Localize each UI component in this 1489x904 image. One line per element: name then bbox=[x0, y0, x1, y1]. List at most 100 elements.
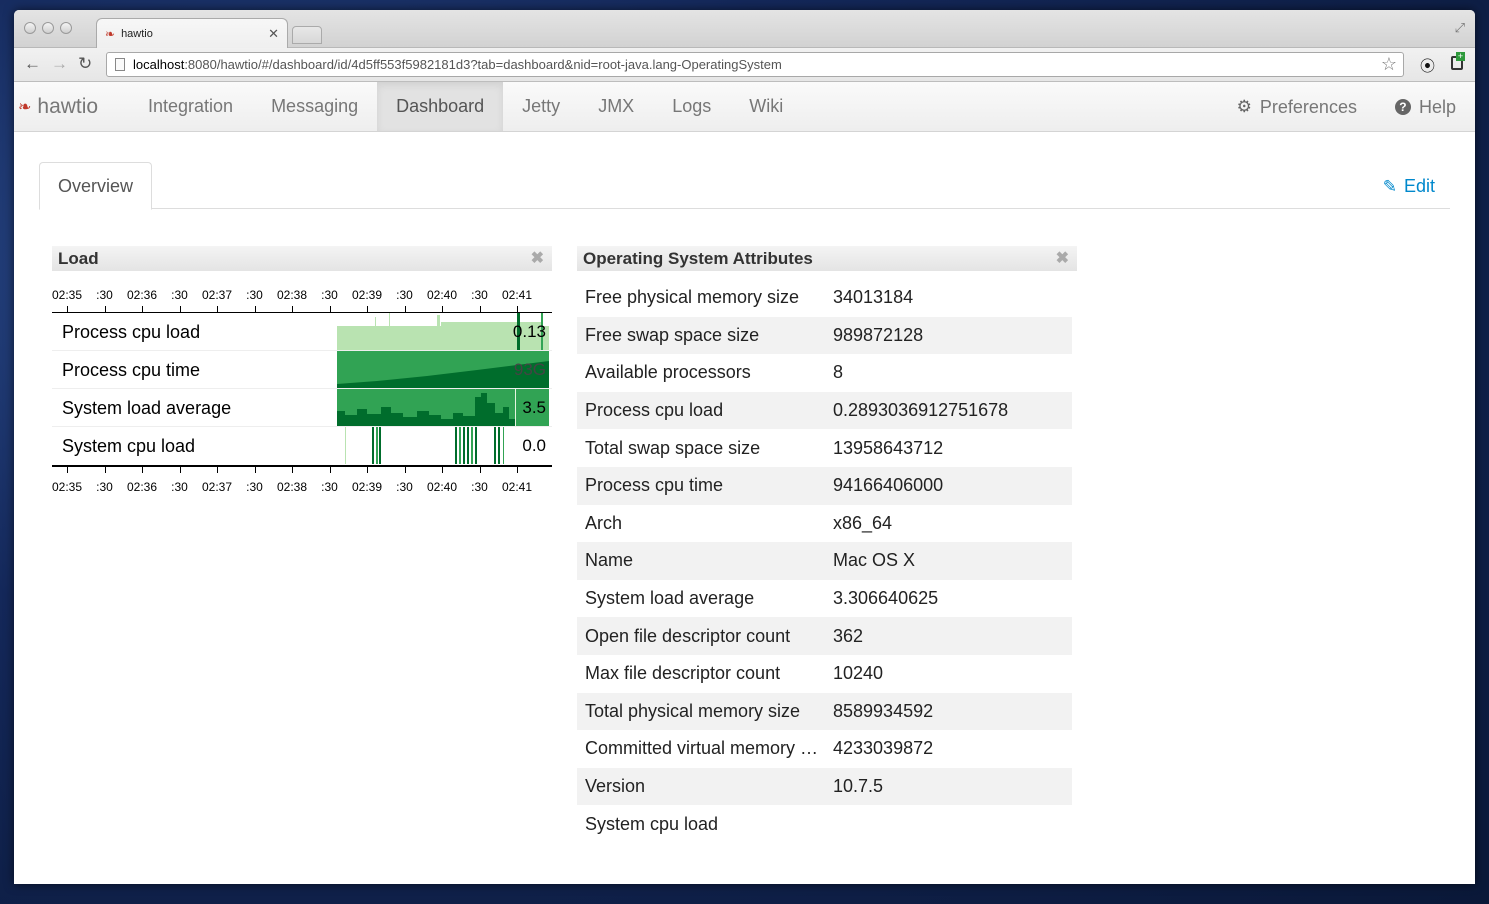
tick-label: 02:35 bbox=[51, 480, 83, 494]
hawtio-logo-icon: ❧ bbox=[18, 98, 32, 116]
address-bar[interactable]: localhost:8080/hawtio/#/dashboard/id/4d5… bbox=[106, 52, 1404, 77]
tick-label: :30 bbox=[96, 480, 113, 494]
horizon-chart-system-load-average bbox=[337, 389, 549, 426]
tick-mark bbox=[104, 467, 106, 473]
horizon-row-process-cpu-load: Process cpu load 0.13 bbox=[52, 313, 552, 351]
tick-label: 02:35 bbox=[51, 288, 83, 302]
tick-mark bbox=[254, 467, 256, 473]
horizon-title: System cpu load bbox=[62, 436, 196, 456]
attribute-key: System load average bbox=[585, 588, 755, 609]
tick-label: :30 bbox=[171, 288, 188, 302]
close-icon[interactable]: ✖ bbox=[1056, 246, 1069, 271]
tick-mark bbox=[142, 467, 143, 473]
tab-overview[interactable]: Overview bbox=[39, 162, 152, 210]
attribute-key: Version bbox=[577, 767, 825, 806]
hawtio-favicon-icon: ❧ bbox=[105, 27, 116, 41]
attribute-key: Total swap space size bbox=[585, 437, 761, 458]
horizon-value: 93G bbox=[513, 360, 546, 379]
tick-label: 02:38 bbox=[276, 288, 308, 302]
attribute-value: 10.7.5 bbox=[825, 767, 1072, 806]
nav-jmx[interactable]: JMX bbox=[579, 82, 653, 131]
edit-label: Edit bbox=[1403, 176, 1435, 196]
tick-label: 02:40 bbox=[426, 480, 458, 494]
tick-mark bbox=[179, 467, 181, 473]
nav-dashboard[interactable]: Dashboard bbox=[377, 82, 504, 131]
nav-integration[interactable]: Integration bbox=[129, 82, 252, 131]
table-row: System load average 3.306640625 bbox=[577, 580, 1072, 618]
table-row: Total physical memory size 8589934592 bbox=[577, 692, 1072, 731]
nav-preferences[interactable]: ⚙ Preferences bbox=[1218, 82, 1376, 132]
tick-label: :30 bbox=[396, 288, 413, 302]
url-host: localhost bbox=[133, 57, 185, 72]
gear-icon: ⚙ bbox=[1236, 97, 1252, 116]
nav-wiki[interactable]: Wiki bbox=[730, 82, 802, 131]
fullscreen-icon[interactable]: ⤢ bbox=[1455, 20, 1465, 36]
edit-button[interactable]: ✎ Edit bbox=[1383, 176, 1435, 197]
tick-mark bbox=[142, 306, 143, 312]
nav-messaging[interactable]: Messaging bbox=[252, 82, 377, 131]
browser-toolbar: ← → ↻ localhost:8080/hawtio/#/dashboard/… bbox=[14, 48, 1475, 82]
attribute-key: Process cpu time bbox=[577, 466, 825, 505]
attribute-key: Arch bbox=[585, 512, 623, 533]
tick-mark bbox=[329, 467, 331, 473]
nav-jetty[interactable]: Jetty bbox=[503, 82, 579, 131]
help-label: Help bbox=[1418, 96, 1456, 117]
horizon-row-system-cpu-load: System cpu load 0.0 bbox=[52, 427, 552, 465]
attribute-value: x86_64 bbox=[833, 512, 893, 533]
tick-mark bbox=[367, 467, 368, 473]
brand[interactable]: ❧ hawtio bbox=[14, 82, 129, 131]
tick-mark bbox=[517, 467, 518, 473]
tick-mark bbox=[479, 467, 481, 473]
browser-tab-title: hawtio bbox=[121, 28, 153, 40]
nav-logs[interactable]: Logs bbox=[653, 82, 730, 131]
tick-mark bbox=[292, 467, 293, 473]
reload-icon[interactable]: ↻ bbox=[78, 54, 92, 74]
attribute-value: 13958643712 bbox=[833, 437, 944, 458]
attribute-key: Process cpu load bbox=[577, 391, 825, 430]
tick-mark bbox=[404, 306, 406, 312]
table-row: Process cpu time 94166406000 bbox=[577, 466, 1072, 505]
zoom-window-button[interactable] bbox=[60, 22, 72, 34]
browser-tab-bar: ❧ hawtio ✕ ⤢ bbox=[14, 10, 1475, 49]
time-axis-top: 02:35:30 02:36:30 02:37:30 02:38:30 02:39:30… bbox=[52, 285, 552, 313]
tick-mark bbox=[517, 306, 518, 312]
table-row: Available processors 8 bbox=[577, 354, 1072, 392]
window-controls bbox=[24, 22, 72, 34]
horizon-value: 3.5 bbox=[522, 398, 546, 417]
tick-mark bbox=[292, 306, 293, 312]
horizon-value: 0.13 bbox=[512, 322, 546, 341]
attribute-value: 10240 bbox=[833, 663, 884, 684]
extension-icon[interactable]: ⦿ bbox=[1420, 55, 1435, 76]
close-tab-icon[interactable]: ✕ bbox=[268, 26, 279, 42]
minimize-window-button[interactable] bbox=[42, 22, 54, 34]
nav-help[interactable]: ? Help bbox=[1376, 82, 1475, 132]
help-icon: ? bbox=[1394, 99, 1411, 115]
close-window-button[interactable] bbox=[24, 22, 36, 34]
browser-tab[interactable]: ❧ hawtio ✕ bbox=[96, 18, 288, 49]
bookmark-star-icon[interactable]: ☆ bbox=[1381, 54, 1397, 75]
tick-mark bbox=[442, 467, 443, 473]
attribute-value: 3.306640625 bbox=[833, 588, 939, 609]
attribute-value: 8589934592 bbox=[825, 692, 1072, 731]
close-icon[interactable]: ✖ bbox=[531, 246, 544, 271]
back-arrow-icon[interactable]: ← bbox=[24, 54, 41, 74]
preferences-label: Preferences bbox=[1259, 96, 1357, 117]
table-row: Open file descriptor count 362 bbox=[577, 617, 1072, 655]
extension-plus-icon[interactable]: + bbox=[1449, 52, 1465, 72]
tick-label: 02:38 bbox=[276, 480, 308, 494]
load-widget-header: Load ✖ bbox=[52, 246, 552, 271]
tick-mark bbox=[479, 306, 481, 312]
tick-label: 02:36 bbox=[126, 480, 158, 494]
horizon-value: 0.0 bbox=[522, 436, 546, 455]
forward-arrow-icon[interactable]: → bbox=[51, 54, 68, 74]
attribute-key: Free physical memory size bbox=[585, 287, 800, 308]
attribute-value: 94166406000 bbox=[825, 466, 1072, 505]
attribute-value bbox=[825, 805, 1072, 843]
new-tab-button[interactable] bbox=[292, 26, 322, 44]
url-path: :8080/hawtio/#/dashboard/id/4d5ff553f598… bbox=[184, 57, 782, 72]
attributes-table: Free physical memory size 34013184 Free sw… bbox=[577, 279, 1072, 843]
tick-mark bbox=[404, 467, 406, 473]
brand-name: hawtio bbox=[37, 94, 99, 118]
nav-right: ⚙ Preferences ? Help bbox=[1218, 82, 1475, 132]
load-widget-title: Load bbox=[58, 249, 99, 268]
